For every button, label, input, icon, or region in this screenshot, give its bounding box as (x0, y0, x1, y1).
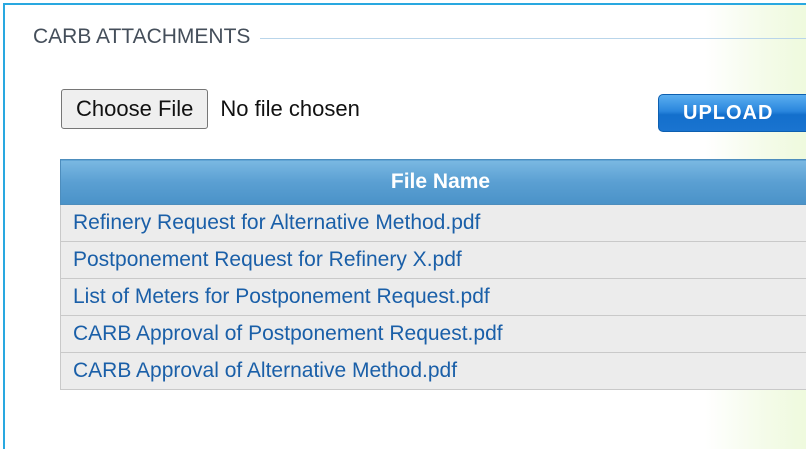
file-link[interactable]: List of Meters for Postponement Request.… (73, 285, 490, 308)
upload-button[interactable]: UPLOAD (658, 94, 806, 132)
table-row: Refinery Request for Alternative Method.… (61, 205, 806, 242)
file-link[interactable]: Postponement Request for Refinery X.pdf (73, 248, 462, 271)
fieldset-legend: CARB ATTACHMENTS (33, 23, 806, 51)
table-header-row: File Name (61, 160, 806, 205)
table-row: Postponement Request for Refinery X.pdf (61, 242, 806, 279)
file-name-cell: CARB Approval of Alternative Method.pdf (61, 353, 806, 390)
file-name-cell: Refinery Request for Alternative Method.… (61, 205, 806, 242)
file-name-cell: Postponement Request for Refinery X.pdf (61, 242, 806, 279)
table-row: CARB Approval of Postponement Request.pd… (61, 316, 806, 353)
choose-file-button[interactable]: Choose File (61, 89, 208, 129)
column-header-file-name[interactable]: File Name (61, 160, 806, 205)
legend-divider (260, 38, 806, 39)
file-link[interactable]: CARB Approval of Alternative Method.pdf (73, 359, 457, 382)
file-name-cell: List of Meters for Postponement Request.… (61, 279, 806, 316)
table-row: CARB Approval of Alternative Method.pdf (61, 353, 806, 390)
attachments-table: File Name Refinery Request for Alternati… (60, 159, 806, 390)
file-input[interactable]: Choose File No file chosen (61, 89, 360, 129)
table-row: List of Meters for Postponement Request.… (61, 279, 806, 316)
file-link[interactable]: Refinery Request for Alternative Method.… (73, 211, 480, 234)
section-title: CARB ATTACHMENTS (33, 25, 250, 49)
file-name-cell: CARB Approval of Postponement Request.pd… (61, 316, 806, 353)
file-link[interactable]: CARB Approval of Postponement Request.pd… (73, 322, 503, 345)
carb-attachments-fieldset: CARB ATTACHMENTS Choose File No file cho… (3, 3, 806, 449)
file-status-text: No file chosen (220, 96, 359, 122)
